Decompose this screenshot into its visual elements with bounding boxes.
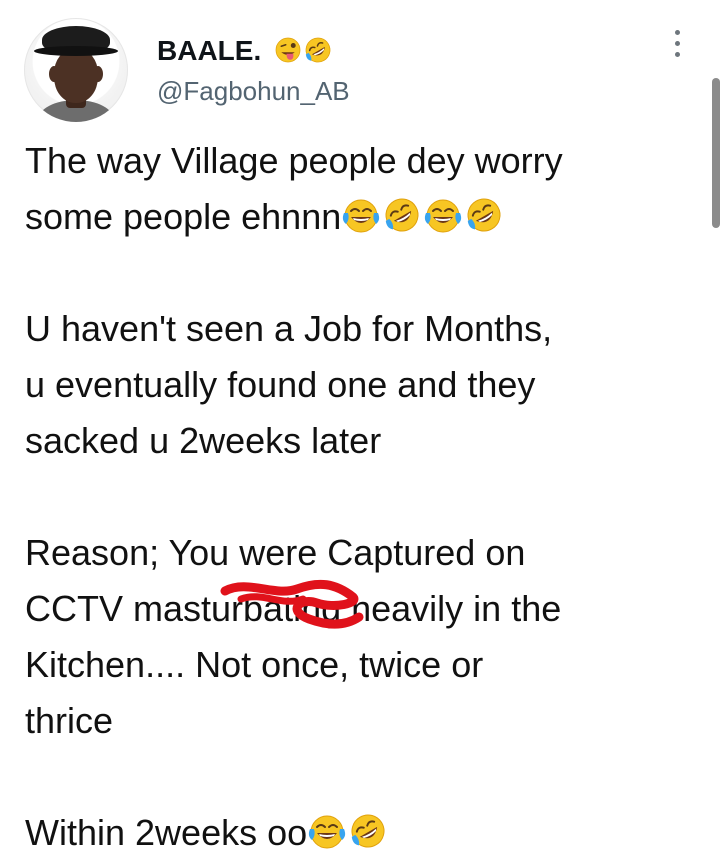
face-with-tears-of-joy-emoji-icon <box>423 195 463 235</box>
tweet-line: Within 2weeks oo <box>25 805 700 861</box>
face-with-tears-of-joy-emoji-icon <box>341 195 381 235</box>
tweet-line: thrice <box>25 700 114 741</box>
tweet-header: BAALE. @Fagbohun_AB <box>24 18 704 122</box>
avatar-face <box>54 49 98 103</box>
rolling-on-the-floor-laughing-emoji-icon <box>303 35 333 65</box>
avatar[interactable] <box>24 18 128 122</box>
tweet-line: sacked u 2weeks later <box>25 420 382 461</box>
tweet-line-text: CCTV <box>25 588 133 629</box>
tweet-line-text: Within 2weeks oo <box>25 812 308 853</box>
tweet-line-text: heavily in the <box>341 588 562 629</box>
user-handle[interactable]: @Fagbohun_AB <box>157 76 350 106</box>
tweet-line: Kitchen.... Not once, twice or <box>25 644 484 685</box>
tweet-line: U haven't seen a Job for Months, <box>25 308 553 349</box>
rolling-on-the-floor-laughing-emoji-icon <box>464 195 504 235</box>
face-with-tongue-winking-emoji-icon <box>273 35 303 65</box>
tweet-line: some people ehnnn <box>25 189 700 245</box>
tweet-line-text: some people ehnnn <box>25 196 342 237</box>
tweet-line: u eventually found one and they <box>25 364 536 405</box>
rolling-on-the-floor-laughing-emoji-icon <box>382 195 422 235</box>
face-with-tears-of-joy-emoji-icon <box>307 811 347 851</box>
rolling-on-the-floor-laughing-emoji-icon <box>348 811 388 851</box>
tweet-line: CCTV masturbating heavily in the <box>25 579 700 637</box>
display-name[interactable]: BAALE. <box>157 35 333 67</box>
tweet-line: The way Village people dey worry <box>25 140 563 181</box>
display-name-text: BAALE. <box>157 35 262 66</box>
tweet-text: The way Village people dey worry some pe… <box>25 133 700 861</box>
censored-word: masturbating <box>133 579 364 637</box>
censored-word-text: masturbating <box>133 588 342 629</box>
tweet-line: Reason; You were Captured on <box>25 532 526 573</box>
scrollbar[interactable] <box>712 78 720 228</box>
more-options-icon[interactable] <box>668 24 686 64</box>
avatar-cap-brim <box>34 46 118 56</box>
